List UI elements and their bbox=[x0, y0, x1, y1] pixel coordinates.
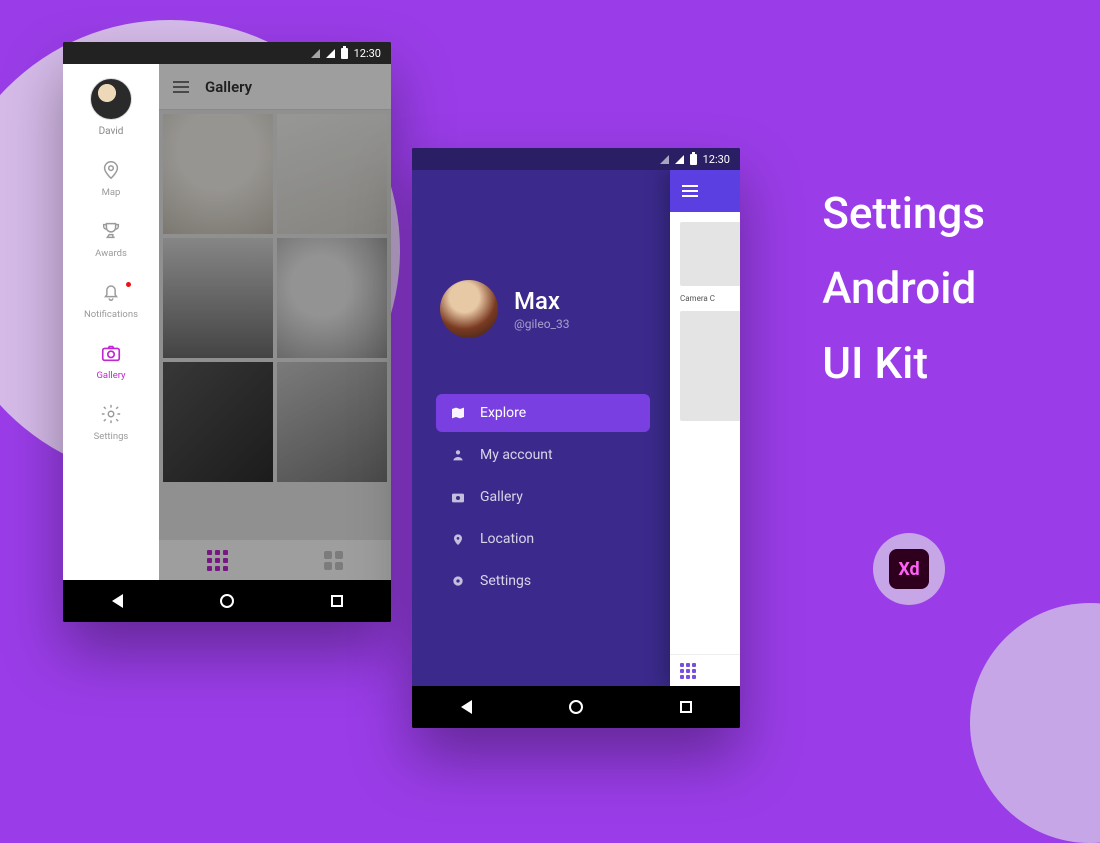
drawer-item-label: Map bbox=[102, 187, 121, 198]
screen: Gallery David Map bbox=[63, 64, 391, 580]
signal-icon bbox=[326, 49, 335, 58]
hamburger-icon[interactable] bbox=[682, 185, 698, 197]
status-bar: 12:30 bbox=[412, 148, 740, 170]
menu-item-explore[interactable]: Explore bbox=[436, 394, 650, 432]
android-nav-bar bbox=[63, 580, 391, 622]
menu-item-label: Gallery bbox=[480, 489, 523, 505]
android-nav-bar bbox=[412, 686, 740, 728]
gallery-image[interactable] bbox=[680, 311, 740, 421]
trophy-icon bbox=[100, 220, 122, 242]
signal-icon bbox=[675, 155, 684, 164]
wifi-icon bbox=[660, 155, 669, 164]
drawer-item-label: Gallery bbox=[96, 370, 125, 381]
avatar[interactable] bbox=[440, 280, 498, 338]
pin-icon bbox=[100, 159, 122, 181]
gallery-image[interactable] bbox=[277, 362, 387, 482]
page-title: Gallery bbox=[205, 78, 252, 96]
gallery-image[interactable] bbox=[163, 362, 273, 482]
home-icon[interactable] bbox=[220, 594, 234, 608]
gear-icon bbox=[100, 403, 122, 425]
status-time: 12:30 bbox=[703, 153, 730, 166]
drawer-item-gallery[interactable]: Gallery bbox=[63, 342, 159, 381]
decorative-circle bbox=[970, 603, 1100, 843]
menu-item-gallery[interactable]: Gallery bbox=[436, 478, 650, 516]
hamburger-icon[interactable] bbox=[173, 81, 189, 93]
recents-icon[interactable] bbox=[680, 701, 692, 713]
gallery-image[interactable] bbox=[277, 114, 387, 234]
drawer-item-label: Settings bbox=[94, 431, 129, 442]
camera-icon bbox=[450, 489, 466, 505]
back-icon[interactable] bbox=[461, 700, 472, 714]
menu-item-settings[interactable]: Settings bbox=[436, 562, 650, 600]
gallery-image[interactable] bbox=[163, 238, 273, 358]
battery-icon bbox=[341, 48, 348, 59]
user-handle: @gileo_33 bbox=[514, 317, 569, 331]
promo-title: Settings Android UI Kit bbox=[822, 176, 985, 400]
gallery-grid[interactable] bbox=[159, 110, 391, 540]
wifi-icon bbox=[311, 49, 320, 58]
menu-item-label: My account bbox=[480, 447, 553, 463]
title-line: Settings bbox=[822, 176, 985, 251]
xd-badge: Xd bbox=[873, 533, 945, 605]
menu-item-location[interactable]: Location bbox=[436, 520, 650, 558]
gear-icon bbox=[450, 573, 466, 589]
gallery-main: Gallery bbox=[159, 64, 391, 580]
grid-view-icon[interactable] bbox=[680, 663, 696, 679]
drawer-item-awards[interactable]: Awards bbox=[63, 220, 159, 259]
menu-item-label: Settings bbox=[480, 573, 531, 589]
gallery-image[interactable] bbox=[680, 222, 740, 286]
notification-dot-icon bbox=[126, 282, 131, 287]
xd-icon: Xd bbox=[889, 549, 929, 589]
camera-icon bbox=[100, 342, 122, 364]
app-header: Gallery bbox=[159, 64, 391, 110]
peek-body: Camera C bbox=[670, 212, 740, 421]
phone-mockup-2: 12:30 Camera C Max @gileo_33 bbox=[412, 148, 740, 728]
user-name: David bbox=[99, 126, 124, 137]
drawer-item-label: Notifications bbox=[84, 309, 138, 320]
content-peek[interactable]: Camera C bbox=[670, 170, 740, 686]
avatar[interactable] bbox=[90, 78, 132, 120]
profile-block[interactable]: Max @gileo_33 bbox=[440, 280, 569, 338]
battery-icon bbox=[690, 154, 697, 165]
gallery-image[interactable] bbox=[163, 114, 273, 234]
profile-text: Max @gileo_33 bbox=[514, 287, 569, 331]
menu-item-label: Location bbox=[480, 531, 534, 547]
back-icon[interactable] bbox=[112, 594, 123, 608]
bottom-tabbar bbox=[159, 540, 391, 580]
recents-icon[interactable] bbox=[331, 595, 343, 607]
card-label: Camera C bbox=[680, 294, 740, 303]
map-icon bbox=[450, 405, 466, 421]
phone-mockup-1: 12:30 Gallery David bbox=[63, 42, 391, 622]
user-icon bbox=[450, 447, 466, 463]
bottom-tabbar bbox=[670, 654, 740, 686]
menu-item-account[interactable]: My account bbox=[436, 436, 650, 474]
home-icon[interactable] bbox=[569, 700, 583, 714]
status-bar: 12:30 bbox=[63, 42, 391, 64]
drawer-item-label: Awards bbox=[95, 248, 127, 259]
screen: Camera C Max @gileo_33 Explore My accoun… bbox=[412, 170, 740, 686]
large-grid-view-icon[interactable] bbox=[324, 551, 343, 570]
status-time: 12:30 bbox=[354, 47, 381, 60]
bell-icon bbox=[100, 281, 122, 303]
drawer-item-map[interactable]: Map bbox=[63, 159, 159, 198]
grid-view-icon[interactable] bbox=[207, 550, 228, 571]
app-header bbox=[670, 170, 740, 212]
drawer-menu: Explore My account Gallery Location Sett… bbox=[436, 394, 650, 600]
side-drawer: David Map Awards Notifications Gallery S… bbox=[63, 64, 159, 580]
pin-icon bbox=[450, 531, 466, 547]
user-name: Max bbox=[514, 287, 569, 315]
drawer-item-notifications[interactable]: Notifications bbox=[63, 281, 159, 320]
gallery-image[interactable] bbox=[277, 238, 387, 358]
title-line: Android bbox=[822, 251, 985, 326]
drawer-item-settings[interactable]: Settings bbox=[63, 403, 159, 442]
title-line: UI Kit bbox=[822, 326, 985, 401]
menu-item-label: Explore bbox=[480, 405, 526, 421]
